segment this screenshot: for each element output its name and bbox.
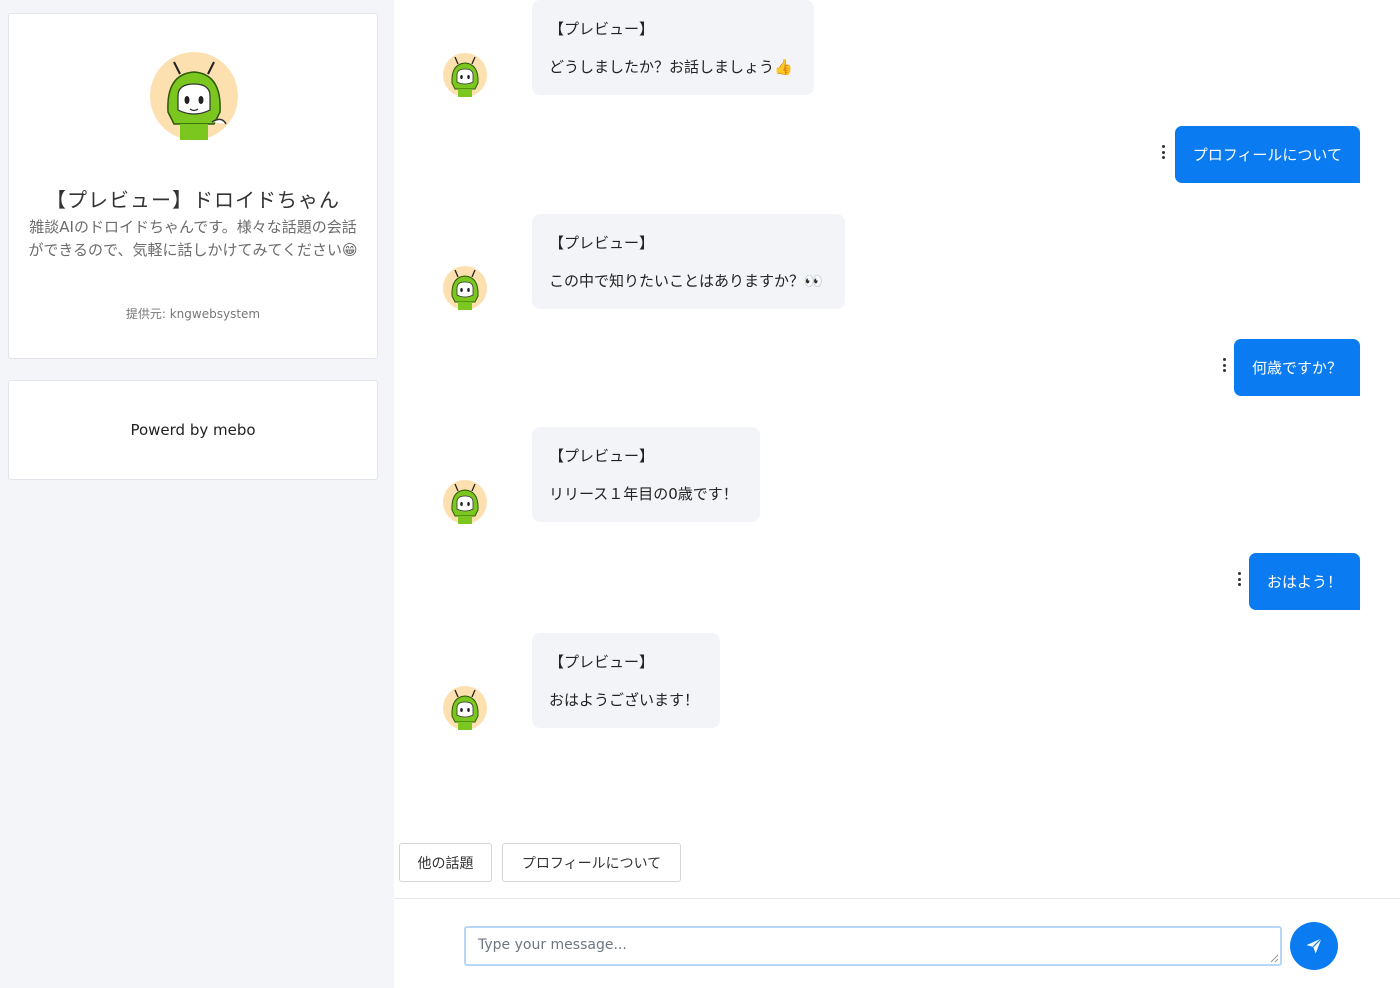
- user-message-text: プロフィールについて: [1192, 146, 1342, 164]
- send-button[interactable]: [1290, 922, 1338, 970]
- quick-reply-label: 他の話題: [417, 855, 474, 872]
- bot-name: 【プレビュー】: [549, 447, 655, 465]
- profile-avatar: [150, 52, 238, 140]
- kebab-menu-icon[interactable]: [1236, 572, 1242, 588]
- bot-message-text: リリース１年目の0歳です！: [549, 485, 738, 503]
- bot-message-text: この中で知りたいことはありますか？👀: [549, 272, 823, 290]
- profile-card: 【プレビュー】ドロイドちゃん 雑談AIのドロイドちゃんです。様々な話題の会話がで…: [8, 13, 378, 359]
- composer-divider: [394, 898, 1400, 899]
- bot-message-text: どうしましたか？お話しましょう👍: [549, 58, 793, 76]
- quick-reply-label: プロフィールについて: [521, 855, 662, 872]
- user-message: 何歳ですか？: [1233, 339, 1360, 396]
- quick-reply-other-topic[interactable]: 他の話題: [399, 843, 492, 882]
- kebab-menu-icon[interactable]: [1160, 145, 1166, 161]
- bot-avatar: [443, 480, 487, 524]
- quick-reply-profile[interactable]: プロフィールについて: [502, 843, 681, 882]
- message-input[interactable]: [464, 926, 1282, 966]
- bot-message: 【プレビュー】 どうしましたか？お話しましょう👍: [532, 0, 814, 95]
- powered-by-card: Powerd by mebo: [8, 380, 378, 480]
- profile-description: 雑談AIのドロイドちゃんです。様々な話題の会話ができるので、気軽に話しかけてみて…: [28, 218, 358, 259]
- user-message: おはよう！: [1248, 553, 1360, 610]
- user-message-text: おはよう！: [1266, 573, 1342, 591]
- resize-grip-icon[interactable]: [1270, 954, 1279, 963]
- kebab-menu-icon[interactable]: [1221, 358, 1227, 374]
- user-message-text: 何歳ですか？: [1251, 359, 1342, 377]
- powered-by-text: Powerd by mebo: [130, 421, 256, 439]
- bot-avatar: [443, 266, 487, 310]
- send-icon: [1306, 938, 1322, 954]
- profile-name: 【プレビュー】ドロイドちゃん: [46, 188, 340, 212]
- user-message: プロフィールについて: [1174, 126, 1360, 183]
- bot-name: 【プレビュー】: [549, 20, 655, 38]
- bot-name: 【プレビュー】: [549, 234, 655, 252]
- bot-message: 【プレビュー】 リリース１年目の0歳です！: [532, 427, 760, 522]
- bot-avatar: [443, 686, 487, 730]
- profile-provider: 提供元: kngwebsystem: [125, 307, 261, 321]
- bot-name: 【プレビュー】: [549, 653, 655, 671]
- bot-avatar: [443, 53, 487, 97]
- bot-message-text: おはようございます！: [549, 691, 700, 709]
- sidebar: 【プレビュー】ドロイドちゃん 雑談AIのドロイドちゃんです。様々な話題の会話がで…: [0, 0, 394, 988]
- bot-message: 【プレビュー】 おはようございます！: [532, 633, 720, 728]
- bot-message: 【プレビュー】 この中で知りたいことはありますか？👀: [532, 214, 845, 309]
